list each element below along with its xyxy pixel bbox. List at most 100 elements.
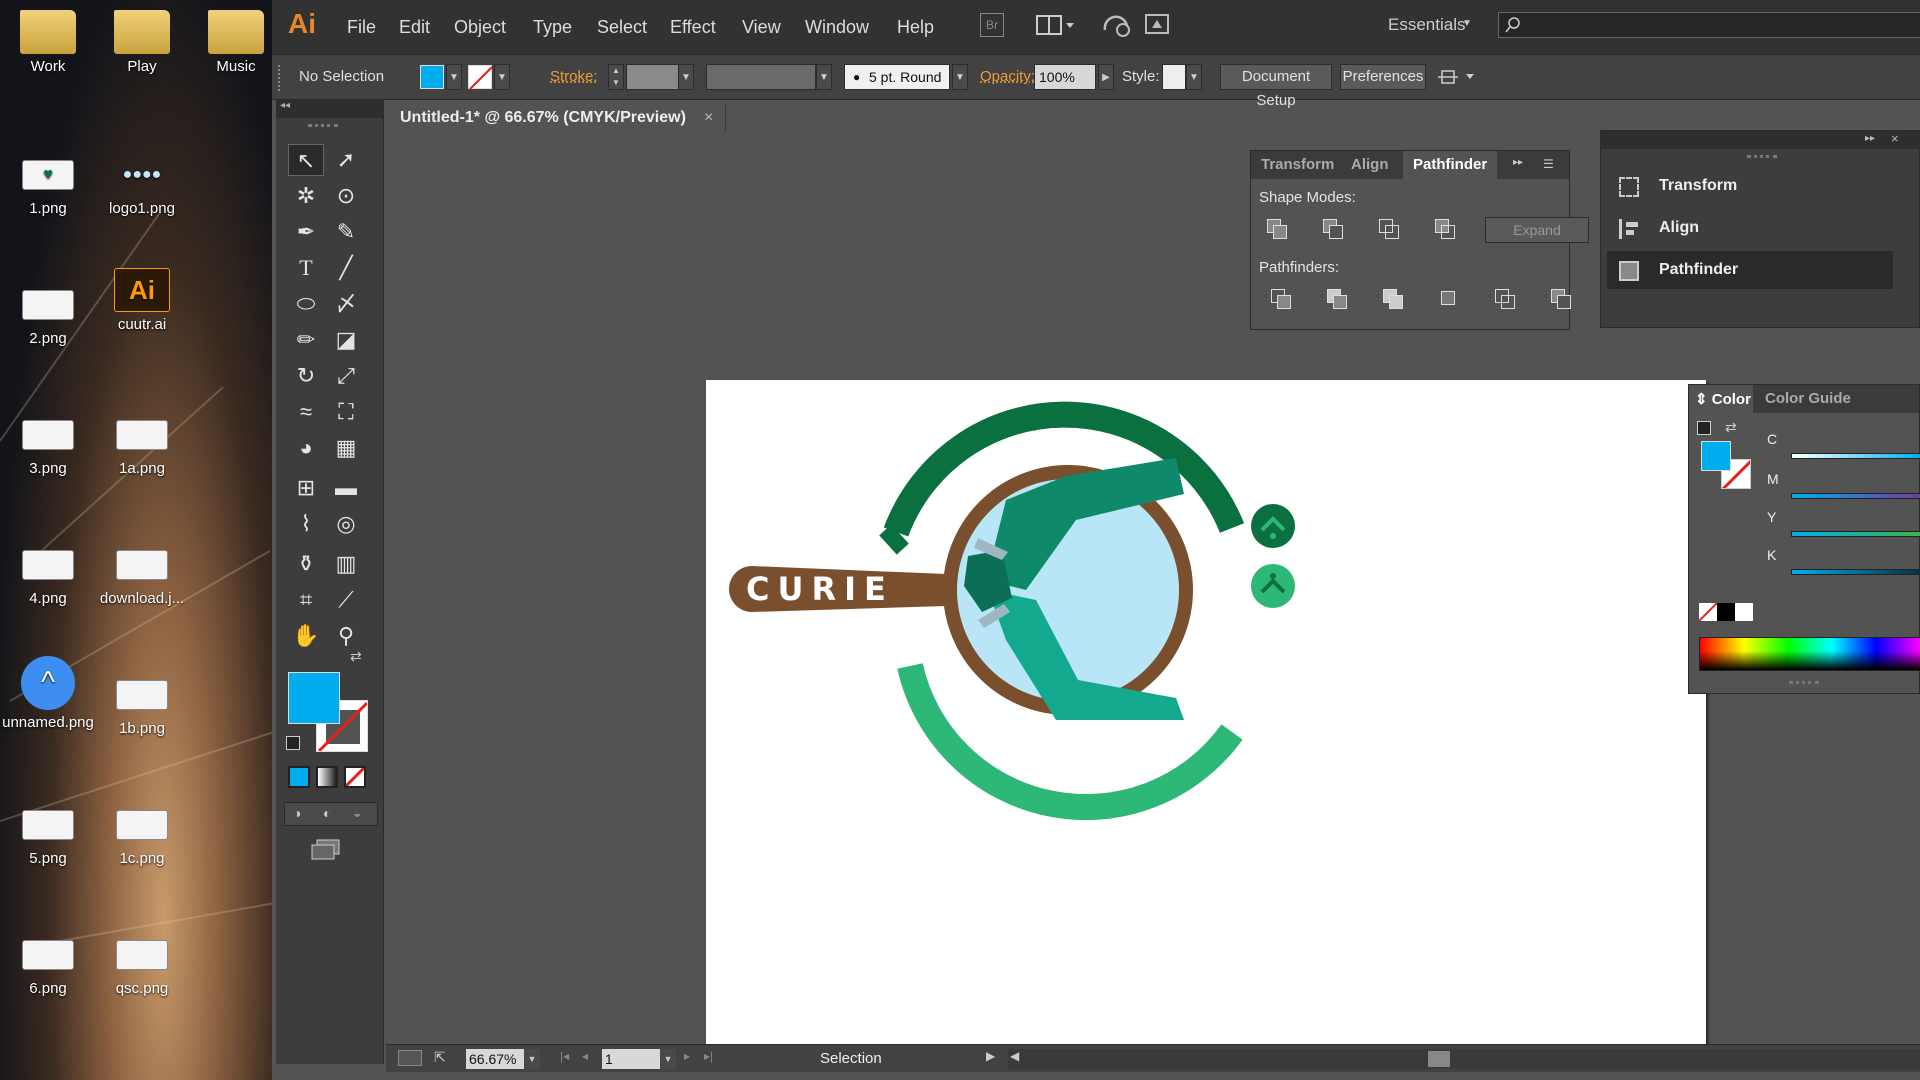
panel-menu-icon[interactable]: ☰ bbox=[1543, 157, 1554, 171]
desktop-icon-3-png[interactable]: 3.png bbox=[0, 412, 96, 477]
desktop-icon-download[interactable]: download.j... bbox=[94, 542, 190, 607]
desktop-icon-1b-png[interactable]: 1b.png bbox=[94, 672, 190, 737]
fill-color-swatch[interactable] bbox=[420, 65, 444, 89]
control-bar-grip[interactable] bbox=[278, 65, 282, 91]
intersect-icon[interactable] bbox=[1379, 219, 1403, 241]
symbol-sprayer-tool-icon[interactable]: ⚱ bbox=[288, 548, 324, 580]
previous-artboard-icon[interactable]: ◂ bbox=[582, 1049, 588, 1063]
stroke-color-swatch[interactable] bbox=[468, 65, 493, 90]
black-slider[interactable] bbox=[1791, 569, 1920, 575]
variable-width-profile[interactable] bbox=[706, 64, 816, 90]
fill-swatch-large[interactable] bbox=[288, 672, 340, 724]
selection-tool-icon[interactable]: ↖ bbox=[288, 144, 324, 176]
opacity-flyout[interactable]: ▶ bbox=[1098, 64, 1114, 90]
opacity-label[interactable]: Opacity: bbox=[980, 68, 1035, 85]
magic-wand-tool-icon[interactable]: ✲ bbox=[288, 180, 324, 212]
artboard[interactable]: CURIE bbox=[706, 380, 1706, 1046]
trim-icon[interactable] bbox=[1327, 289, 1351, 311]
document-tab[interactable]: Untitled-1* @ 66.67% (CMYK/Preview) × bbox=[386, 104, 726, 132]
menu-file[interactable]: File bbox=[347, 17, 376, 38]
unite-icon[interactable] bbox=[1267, 219, 1291, 241]
zoom-level-input[interactable]: 66.67% bbox=[466, 1049, 524, 1069]
minus-front-icon[interactable] bbox=[1323, 219, 1347, 241]
eraser-tool-icon[interactable]: ◪ bbox=[328, 324, 364, 356]
desktop-icon-cuutr-ai[interactable]: Ai cuutr.ai bbox=[94, 268, 190, 333]
hand-tool-icon[interactable]: ✋ bbox=[288, 620, 324, 652]
paintbrush-tool-icon[interactable]: 〆 bbox=[328, 288, 364, 320]
perspective-grid-tool-icon[interactable]: ▦ bbox=[328, 432, 364, 464]
desktop-icon-1a-png[interactable]: 1a.png bbox=[94, 412, 190, 477]
desktop-icon-unnamed-png[interactable]: ^ unnamed.png bbox=[0, 656, 96, 731]
close-tab-icon[interactable]: × bbox=[704, 109, 713, 127]
desktop-icon-5-png[interactable]: 5.png bbox=[0, 802, 96, 867]
collapse-dock-icon[interactable]: ▸▸ bbox=[1865, 133, 1875, 144]
zoom-dropdown[interactable]: ▼ bbox=[524, 1049, 540, 1069]
tab-transform[interactable]: Transform bbox=[1261, 156, 1334, 173]
desktop-icon-1c-png[interactable]: 1c.png bbox=[94, 802, 190, 867]
artboard-number-input[interactable]: 1 bbox=[602, 1049, 660, 1069]
gradient-tool-icon[interactable]: ▬ bbox=[328, 472, 364, 504]
draw-inside-icon[interactable]: ◒ bbox=[353, 805, 361, 821]
first-artboard-icon[interactable]: |◂ bbox=[560, 1049, 569, 1063]
crop-icon[interactable] bbox=[1439, 289, 1463, 311]
white-swatch[interactable] bbox=[1735, 603, 1753, 621]
rotate-tool-icon[interactable]: ↻ bbox=[288, 360, 324, 392]
stroke-weight-input[interactable] bbox=[626, 64, 680, 90]
next-artboard-icon[interactable]: ▸ bbox=[684, 1049, 690, 1063]
direct-selection-tool-icon[interactable]: ➚ bbox=[328, 144, 364, 176]
exclude-icon[interactable] bbox=[1435, 219, 1459, 241]
gpu-performance-button[interactable] bbox=[1144, 12, 1172, 38]
workspace-switcher[interactable]: Essentials bbox=[1388, 15, 1465, 35]
swap-colors-icon[interactable]: ⇄ bbox=[1725, 419, 1737, 436]
color-panel-grip[interactable] bbox=[1789, 681, 1819, 685]
menu-object[interactable]: Object bbox=[454, 17, 506, 38]
desktop-icon-logo1-png[interactable]: ●●●● logo1.png bbox=[94, 152, 190, 217]
menu-window[interactable]: Window bbox=[805, 17, 869, 38]
desktop-icon-4-png[interactable]: 4.png bbox=[0, 542, 96, 607]
desktop-icon-1-png[interactable]: ♥ 1.png bbox=[0, 152, 96, 217]
cyan-slider[interactable] bbox=[1791, 453, 1920, 459]
menu-select[interactable]: Select bbox=[597, 17, 647, 38]
desktop-icon-music[interactable]: Music bbox=[188, 10, 272, 75]
draw-behind-icon[interactable]: ◐ bbox=[323, 805, 331, 821]
style-dropdown[interactable]: ▼ bbox=[1186, 64, 1202, 90]
dock-item-transform[interactable]: Transform bbox=[1607, 167, 1893, 205]
profile-dropdown[interactable]: ▼ bbox=[816, 64, 832, 90]
desktop-icon-work[interactable]: Work bbox=[0, 10, 96, 75]
default-fill-stroke-icon[interactable] bbox=[286, 736, 300, 750]
eyedropper-tool-icon[interactable]: ⌇ bbox=[288, 508, 324, 540]
collapse-panel-icon[interactable]: ▸▸ bbox=[1513, 157, 1523, 168]
dock-item-pathfinder[interactable]: Pathfinder bbox=[1607, 251, 1893, 289]
tab-pathfinder[interactable]: Pathfinder bbox=[1413, 156, 1487, 173]
outline-icon[interactable] bbox=[1495, 289, 1519, 311]
menu-help[interactable]: Help bbox=[897, 17, 934, 38]
horizontal-scrollbar[interactable]: ◀ bbox=[1008, 1049, 1920, 1069]
merge-icon[interactable] bbox=[1383, 289, 1407, 311]
menu-type[interactable]: Type bbox=[533, 17, 572, 38]
desktop-icon-6-png[interactable]: 6.png bbox=[0, 932, 96, 997]
tab-color-guide[interactable]: Color Guide bbox=[1765, 390, 1851, 407]
minus-back-icon[interactable] bbox=[1551, 289, 1575, 311]
slice-tool-icon[interactable]: ⟋ bbox=[328, 584, 364, 616]
swap-fill-stroke-icon[interactable]: ⇄ bbox=[350, 648, 362, 665]
menu-effect[interactable]: Effect bbox=[670, 17, 716, 38]
fill-dropdown-arrow[interactable]: ▼ bbox=[446, 64, 462, 90]
pen-tool-icon[interactable]: ✒ bbox=[288, 216, 324, 248]
tools-collapse-button[interactable]: ◂◂ bbox=[276, 100, 384, 118]
preferences-button[interactable]: Preferences bbox=[1340, 64, 1426, 90]
scroll-left-arrow[interactable]: ◀ bbox=[1010, 1049, 1019, 1063]
desktop-icon-2-png[interactable]: 2.png bbox=[0, 282, 96, 347]
scale-tool-icon[interactable]: ⤢ bbox=[328, 360, 364, 392]
shape-builder-tool-icon[interactable]: ◕ bbox=[288, 432, 324, 464]
curvature-tool-icon[interactable]: ✎ bbox=[328, 216, 364, 248]
stroke-weight-dropdown[interactable]: ▼ bbox=[678, 64, 694, 90]
tab-align[interactable]: Align bbox=[1351, 156, 1389, 173]
arrange-options-button[interactable] bbox=[1436, 65, 1480, 89]
column-graph-tool-icon[interactable]: ▥ bbox=[328, 548, 364, 580]
brush-definition[interactable]: ● 5 pt. Round bbox=[844, 64, 950, 90]
status-menu-arrow[interactable]: ▶ bbox=[986, 1049, 995, 1063]
last-artboard-icon[interactable]: ▸| bbox=[704, 1049, 713, 1063]
fill-swatch-small[interactable] bbox=[1701, 441, 1731, 471]
line-segment-tool-icon[interactable]: ╱ bbox=[328, 252, 364, 284]
brush-dropdown[interactable]: ▼ bbox=[952, 64, 968, 90]
